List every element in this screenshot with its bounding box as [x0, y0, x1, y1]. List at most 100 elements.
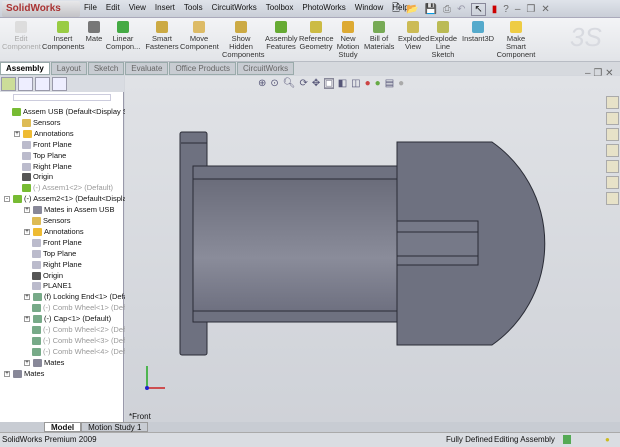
help-icon[interactable]: ●: [605, 435, 610, 444]
tree-item[interactable]: Sensors: [32, 216, 71, 226]
tab-circuitworks[interactable]: CircuitWorks: [236, 62, 295, 75]
print-icon[interactable]: ⎙: [443, 4, 451, 15]
save-icon[interactable]: 💾: [425, 4, 437, 15]
model-viewport: [145, 131, 546, 390]
move-component-icon: [193, 21, 205, 33]
tree-item[interactable]: Right Plane: [32, 260, 82, 270]
tree-item[interactable]: (-) Comb Wheel<1> (Default: [32, 303, 137, 313]
tree-item[interactable]: + Mates in Assem USB: [24, 205, 114, 215]
tree-item[interactable]: + Annotations: [14, 129, 74, 139]
property-manager-tab-icon[interactable]: [18, 77, 33, 91]
custom-properties-icon[interactable]: [606, 192, 619, 205]
tree-item[interactable]: + (-) Cap<1> (Default): [24, 314, 111, 324]
file-explorer-icon[interactable]: [606, 128, 619, 141]
tab-evaluate[interactable]: Evaluate: [125, 62, 169, 75]
menu-tools[interactable]: Tools: [184, 3, 203, 12]
menu-insert[interactable]: Insert: [155, 3, 175, 12]
options-icon[interactable]: ?: [503, 4, 509, 15]
tree-item[interactable]: Origin: [22, 172, 53, 182]
tree-item[interactable]: Right Plane: [22, 162, 72, 172]
tree-item[interactable]: Top Plane: [32, 249, 76, 259]
expand-toggle-icon[interactable]: +: [24, 359, 30, 366]
feature-manager-panel: Assem USB (Default<Display State- Sensors…: [0, 76, 143, 422]
tree-item[interactable]: Front Plane: [32, 238, 82, 248]
resources-icon[interactable]: [606, 96, 619, 109]
make-smart-component-button[interactable]: Make Smart Component: [496, 21, 536, 59]
tab-scroll-arrows[interactable]: [0, 422, 44, 432]
tree-item[interactable]: (-) Comb Wheel<2> (Default: [32, 325, 137, 335]
configuration-manager-tab-icon[interactable]: [35, 77, 50, 91]
tree-item[interactable]: PLANE1: [32, 281, 72, 291]
expand-toggle-icon[interactable]: +: [24, 228, 30, 235]
new-document-icon[interactable]: 🗋: [392, 1, 400, 18]
tab-office-products[interactable]: Office Products: [169, 62, 236, 75]
explode-line-sketch-button[interactable]: Explode Line Sketch: [430, 21, 457, 59]
edit-component-button[interactable]: Edit Component: [2, 21, 41, 51]
expand-toggle-icon[interactable]: +: [24, 207, 30, 214]
expand-toggle-icon[interactable]: +: [14, 130, 20, 137]
expand-toggle-icon[interactable]: -: [4, 196, 10, 203]
menu-photoworks[interactable]: PhotoWorks: [302, 3, 345, 12]
tab-layout[interactable]: Layout: [50, 62, 87, 75]
assembly-features-button[interactable]: Assembly Features: [265, 21, 298, 51]
move-component-button[interactable]: Move Component: [180, 21, 219, 51]
design-library-icon[interactable]: [606, 112, 619, 125]
tree-item[interactable]: + (f) Locking End<1> (Default): [24, 292, 138, 302]
smart-fasteners-button[interactable]: Smart Fasteners: [145, 21, 179, 51]
tree-item-label: Mates: [24, 368, 45, 378]
new-motion-study-button[interactable]: New Motion Study: [336, 21, 360, 59]
reference-geometry-button[interactable]: Reference Geometry: [299, 21, 334, 51]
tab-motion-study-1[interactable]: Motion Study 1: [81, 422, 149, 432]
dimxpert-tab-icon[interactable]: [52, 77, 67, 91]
restore-icon[interactable]: ❐: [526, 4, 535, 15]
tree-item[interactable]: (-) Comb Wheel<3> (Default: [32, 336, 137, 346]
linear-component-pattern-button[interactable]: Linear Compon...: [105, 21, 141, 51]
mate-button[interactable]: Mate: [85, 21, 103, 43]
tree-item[interactable]: (-) Comb Wheel<4> (Default: [32, 347, 137, 357]
tree-filter-input[interactable]: [13, 94, 111, 101]
menu-view[interactable]: View: [129, 3, 146, 12]
assembly-features-icon: [275, 21, 287, 33]
minimize-icon[interactable]: –: [515, 4, 521, 15]
show-hidden-components-button[interactable]: Show Hidden Components: [222, 21, 265, 59]
search-icon[interactable]: [606, 144, 619, 157]
tree-item[interactable]: Front Plane: [22, 140, 72, 150]
feature-tree-tab-icon[interactable]: [1, 77, 16, 91]
exploded-view-button[interactable]: Exploded View: [398, 21, 429, 51]
tree-item[interactable]: Top Plane: [22, 151, 66, 161]
open-icon[interactable]: 📂: [406, 4, 418, 15]
tree-item-label: (-) Comb Wheel<1> (Default: [43, 303, 138, 313]
menu-toolbox[interactable]: Toolbox: [266, 3, 294, 12]
close-icon[interactable]: ✕: [541, 4, 549, 15]
insert-components-button[interactable]: Insert Components: [42, 21, 85, 51]
bill-of-materials-button[interactable]: Bill of Materials: [364, 21, 394, 51]
tree-item[interactable]: + Mates: [24, 358, 64, 368]
tree-item[interactable]: - (-) Assem2<1> (Default<Display: [4, 194, 131, 204]
tab-sketch[interactable]: Sketch: [87, 62, 125, 75]
view-palette-icon[interactable]: [606, 160, 619, 173]
rebuild-status-icon[interactable]: [563, 435, 571, 444]
solidworks-logo[interactable]: SolidWorks: [2, 1, 80, 17]
tree-item[interactable]: Sensors: [22, 118, 61, 128]
graphics-area[interactable]: ⊕ ⊙ 🔍︎ ⟳ ✥ ▣ ◧ ◫ ● ● ▤ ● – ❐ ✕ *Front: [125, 68, 620, 422]
instant3d-button[interactable]: Instant3D: [462, 21, 494, 43]
appearances-icon[interactable]: [606, 176, 619, 189]
tab-assembly[interactable]: Assembly: [0, 62, 50, 75]
menu-circuitworks[interactable]: CircuitWorks: [212, 3, 257, 12]
rebuild-icon[interactable]: ▮: [492, 4, 498, 15]
part-icon: [33, 315, 42, 324]
tree-item[interactable]: + Annotations: [24, 227, 84, 237]
tree-item[interactable]: (-) Assem1<2> (Default): [22, 183, 113, 193]
expand-toggle-icon[interactable]: +: [24, 316, 30, 323]
menu-file[interactable]: File: [84, 3, 97, 12]
tree-item[interactable]: Origin: [32, 271, 63, 281]
expand-toggle-icon[interactable]: +: [4, 370, 10, 377]
tree-item[interactable]: Assem USB (Default<Display State-: [12, 107, 143, 117]
menu-edit[interactable]: Edit: [106, 3, 120, 12]
menu-window[interactable]: Window: [355, 3, 383, 12]
expand-toggle-icon[interactable]: +: [24, 294, 30, 301]
undo-icon[interactable]: ↶: [457, 4, 465, 15]
select-icon[interactable]: ↖: [471, 3, 486, 16]
tree-item[interactable]: + Mates: [4, 369, 44, 379]
tab-model[interactable]: Model: [44, 422, 82, 432]
